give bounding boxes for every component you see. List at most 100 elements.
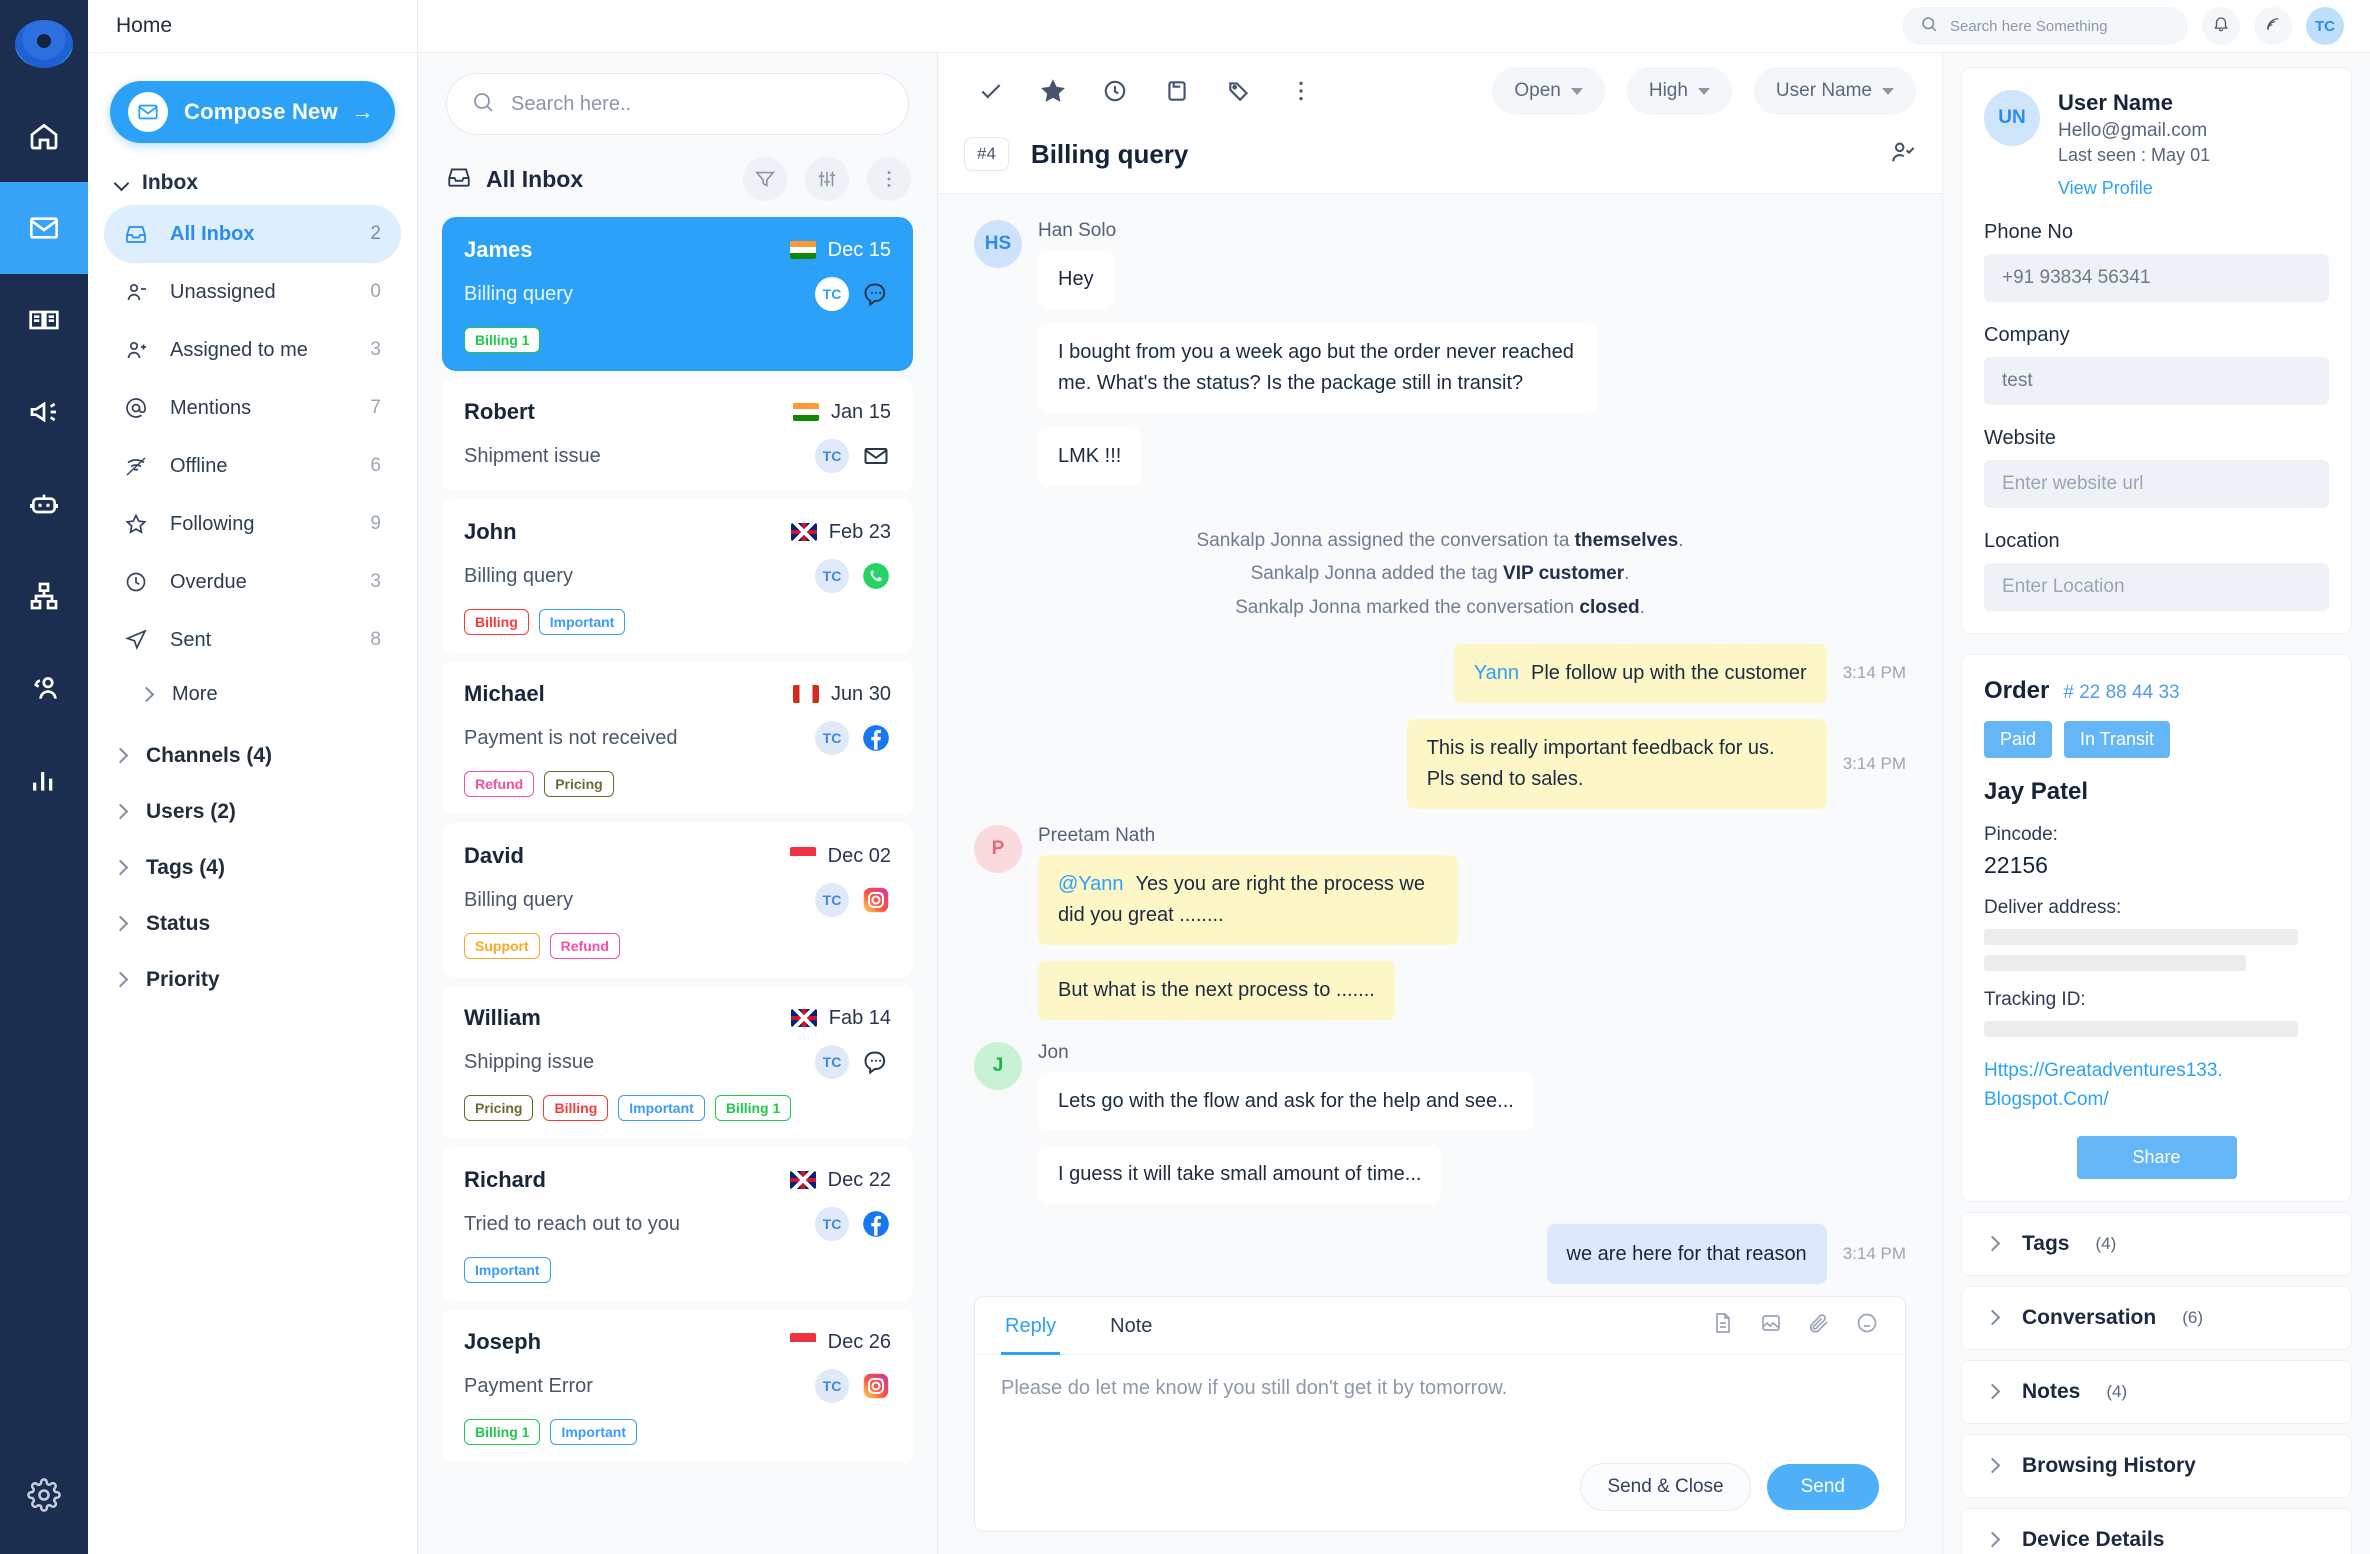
folder-icon[interactable] [1150,64,1204,118]
conversation-list-item[interactable]: Richard Dec 22 Tried to reach out to you TC… [442,1147,913,1301]
user-check-icon[interactable] [1888,138,1916,171]
accordion-item[interactable]: Device Details [1961,1508,2352,1554]
tag-icon[interactable] [1212,64,1266,118]
sidebar-item-label: All Inbox [170,222,255,245]
message-bubble: Hey [1038,250,1114,309]
mention-label[interactable]: @Yann [1058,873,1124,895]
tag-chip[interactable]: Billing 1 [464,327,541,353]
tag-chip[interactable]: Important [550,1419,638,1445]
sidebar-item-unassigned[interactable]: Unassigned 0 [104,263,401,321]
tag-chip[interactable]: Pricing [464,1095,534,1121]
mention-label[interactable]: Yann [1474,662,1519,684]
company-field[interactable]: test [1984,357,2329,405]
order-url-link[interactable]: Https://Greatadventures133. Blogspot.Com… [1984,1057,2329,1114]
image-icon[interactable] [1759,1311,1783,1340]
conversation-list-item[interactable]: Joseph Dec 26 Payment Error TC Billing 1 Impo… [442,1309,913,1463]
tag-chip[interactable]: Important [538,609,626,635]
composer-textarea[interactable]: Please do let me know if you still don't… [975,1355,1905,1463]
conversation-list-item[interactable]: Michael Jun 30 Payment is not received TC Re… [442,661,913,815]
inbox-group-header[interactable]: Inbox [88,153,417,205]
sidebar-item-sent[interactable]: Sent 8 [104,611,401,669]
priority-dropdown[interactable]: High [1626,67,1732,115]
conversation-list-item[interactable]: David Dec 02 Billing query TC Support Refund [442,823,913,977]
tag-chip[interactable]: Refund [464,771,535,797]
broadcast-button[interactable] [2254,7,2292,45]
status-badge-paid: Paid [1984,721,2053,758]
location-field[interactable]: Enter Location [1984,563,2329,611]
rail-item-contacts[interactable] [0,642,88,734]
tag-chip[interactable]: Billing [464,609,529,635]
tab-reply[interactable]: Reply [1001,1297,1061,1355]
tag-chip[interactable]: Pricing [544,771,614,797]
status-badge-in-transit: In Transit [2064,721,2171,758]
sidebar-item-assigned-to-me[interactable]: Assigned to me 3 [104,321,401,379]
check-icon[interactable] [964,64,1018,118]
compose-new-button[interactable]: Compose New → [110,81,395,143]
conversation-search-input[interactable]: Search here.. [446,73,909,135]
tag-chip[interactable]: Important [618,1095,705,1121]
rail-item-bots[interactable] [0,458,88,550]
share-button[interactable]: Share [2076,1136,2237,1179]
message-sender: Jon [1038,1041,1069,1063]
assignee-dropdown[interactable]: User Name [1753,67,1916,115]
filter-icon[interactable] [743,157,787,201]
tag-chip[interactable]: Billing 1 [714,1095,792,1121]
rail-item-campaigns[interactable] [0,366,88,458]
rail-item-home[interactable] [0,90,88,182]
sidebar-group-channels[interactable]: Channels (4) [114,728,417,784]
sidebar-group-tags[interactable]: Tags (4) [114,840,417,896]
note-bubble: Yann Ple follow up with the customer [1453,643,1827,703]
sliders-icon[interactable] [805,157,849,201]
rail-item-reports[interactable] [0,734,88,826]
phone-field[interactable]: +91 93834 56341 [1984,254,2329,302]
star-icon[interactable] [1026,64,1080,118]
send-button[interactable]: Send [1766,1464,1879,1510]
notifications-button[interactable] [2202,7,2240,45]
tag-chip[interactable]: Important [464,1257,551,1283]
clock-icon[interactable] [1088,64,1142,118]
chevron-down-icon [114,175,130,191]
tag-chip[interactable]: Billing 1 [464,1419,541,1445]
tag-chip[interactable]: Support [464,933,540,959]
sidebar-item-offline[interactable]: Offline 6 [104,437,401,495]
sidebar-item-overdue[interactable]: Overdue 3 [104,553,401,611]
sidebar-group-priority[interactable]: Priority [114,952,417,1008]
status-dropdown[interactable]: Open [1492,67,1605,115]
emoji-icon[interactable] [1855,1311,1879,1340]
sidebar-item-all-inbox[interactable]: All Inbox 2 [104,205,401,263]
attachment-icon[interactable] [1807,1311,1831,1340]
accordion-item[interactable]: Tags (4) [1961,1212,2352,1276]
sidebar-group-status[interactable]: Status [114,896,417,952]
conversation-list-item[interactable]: John Feb 23 Billing query TC Billing Importan… [442,499,913,653]
tab-note[interactable]: Note [1106,1297,1156,1355]
conversation-list[interactable]: James Dec 15 Billing query TC Billing 1 Rober… [418,217,937,1554]
tag-chip[interactable]: Refund [549,933,620,959]
sidebar-item-following[interactable]: Following 9 [104,495,401,553]
chat-messages[interactable]: HS Han Solo Hey I bought from you a week ag… [938,194,1942,1284]
sidebar-item-more[interactable]: More [104,669,401,706]
global-search[interactable]: Search here Something [1902,7,2188,45]
rail-item-knowledge-base[interactable] [0,274,88,366]
sidebar-group-users[interactable]: Users (2) [114,784,417,840]
avatar[interactable]: TC [2306,7,2344,45]
document-icon[interactable] [1711,1311,1735,1340]
rail-item-settings[interactable] [0,1478,88,1512]
more-vertical-icon[interactable] [1274,64,1328,118]
send-and-close-button[interactable]: Send & Close [1580,1463,1751,1511]
user-minus-icon [124,280,154,304]
accordion-item[interactable]: Browsing History [1961,1434,2352,1498]
conversation-list-item[interactable]: James Dec 15 Billing query TC Billing 1 [442,217,913,371]
accordion-item[interactable]: Conversation (6) [1961,1286,2352,1350]
rail-item-workflows[interactable] [0,550,88,642]
conversation-list-item[interactable]: William Fab 14 Shipping issue TC Pricing Bill… [442,985,913,1139]
sidebar-item-mentions[interactable]: Mentions 7 [104,379,401,437]
more-vertical-icon[interactable] [867,157,911,201]
rail-item-inbox[interactable] [0,182,88,274]
website-field[interactable]: Enter website url [1984,460,2329,508]
conversation-list-item[interactable]: Robert Jan 15 Shipment issue TC [442,379,913,491]
view-profile-link[interactable]: View Profile [2058,178,2329,199]
conversation-subject: Payment is not received [464,726,678,749]
accordion-item[interactable]: Notes (4) [1961,1360,2352,1424]
tag-chip[interactable]: Billing [543,1095,609,1121]
sidebar-item-label: Offline [170,454,228,477]
